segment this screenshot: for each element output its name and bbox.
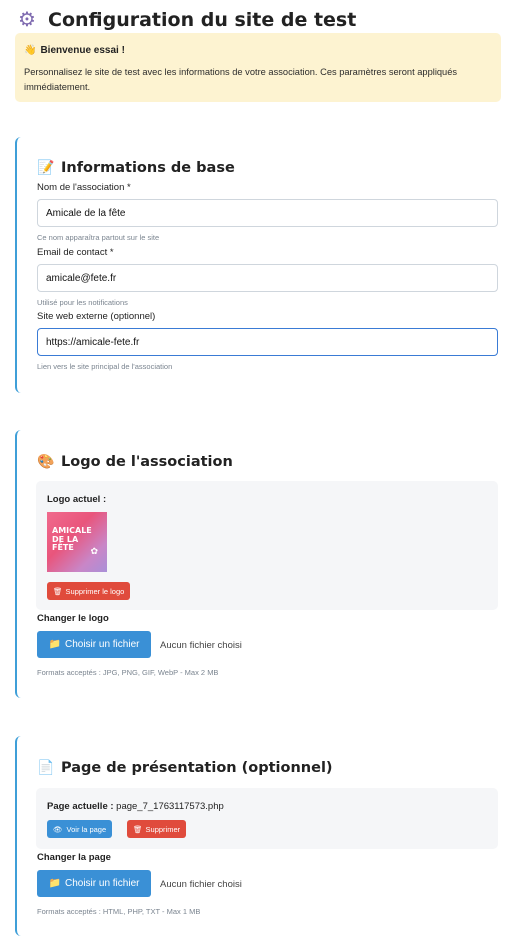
current-logo-panel: Logo actuel : AMICALE DE LA FÊTE ✿ 🗑 Sup… [36,481,498,610]
logo-title: 🎨 Logo de l'association [37,454,233,470]
view-page-button[interactable]: 👁 Voir la page [47,820,113,838]
current-logo-label: Logo actuel : [47,494,107,505]
delete-page-label: Supprimer [145,824,181,834]
external-website-input[interactable] [37,328,498,356]
choose-logo-file-button[interactable]: 📁 Choisir un fichier [37,631,151,658]
memo-icon: 📝 [37,160,55,176]
presentation-title-text: Page de présentation (optionnel) [61,760,333,776]
logo-section: 🎨 Logo de l'association Logo actuel : AM… [15,430,523,698]
choose-page-file-label: Choisir un fichier [64,878,140,889]
gear-icon: ⚙ [18,9,36,31]
trash-icon: 🗑 [133,824,143,834]
page-formats-hint: Formats acceptés : HTML, PHP, TXT - Max … [37,907,201,916]
page-icon: 📄 [37,760,55,776]
flower-icon: ✿ [90,546,98,557]
current-page-filename: page_7_1763117573.php [116,801,224,812]
choose-page-file-button[interactable]: 📁 Choisir un fichier [37,870,151,897]
association-name-input[interactable] [37,199,498,227]
logo-no-file-text: Aucun fichier choisi [160,640,242,651]
folder-icon: 📁 [48,878,61,889]
welcome-title: Bienvenue essai ! [40,45,125,56]
waving-hand-icon: 👋 [24,45,37,56]
basic-info-title-text: Informations de base [61,160,235,176]
change-page-label: Changer la page [37,852,111,863]
palette-icon: 🎨 [37,454,55,470]
logo-line-3: FÊTE [52,543,74,552]
welcome-text: Personnalisez le site de test avec les i… [24,67,458,92]
choose-logo-file-label: Choisir un fichier [64,639,140,650]
presentation-section: 📄 Page de présentation (optionnel) Page … [15,736,523,936]
external-website-hint: Lien vers le site principal de l'associa… [37,362,173,371]
welcome-notice: 👋 Bienvenue essai ! Personnalisez le sit… [15,33,501,102]
logo-title-text: Logo de l'association [61,454,233,470]
basic-info-section: 📝 Informations de base Nom de l'associat… [15,137,523,393]
current-page-text: Page actuelle : page_7_1763117573.php [47,801,224,812]
logo-formats-hint: Formats acceptés : JPG, PNG, GIF, WebP -… [37,668,219,677]
page-title: Configuration du site de test [48,9,357,31]
current-page-label: Page actuelle : [47,801,114,812]
change-logo-label: Changer le logo [37,613,109,624]
current-page-panel: Page actuelle : page_7_1763117573.php 👁 … [36,788,498,849]
basic-info-title: 📝 Informations de base [37,160,235,176]
delete-logo-button[interactable]: 🗑 Supprimer le logo [47,582,131,600]
association-logo-image: AMICALE DE LA FÊTE ✿ [47,512,107,572]
delete-page-button[interactable]: 🗑 Supprimer [127,820,187,838]
view-page-label: Voir la page [66,824,107,834]
contact-email-label: Email de contact * [37,247,114,258]
page-header: ⚙ Configuration du site de test [18,6,356,34]
association-name-label: Nom de l'association * [37,182,131,193]
external-website-label: Site web externe (optionnel) [37,311,156,322]
page-no-file-text: Aucun fichier choisi [160,879,242,890]
trash-icon: 🗑 [53,586,63,596]
welcome-title-row: 👋 Bienvenue essai ! [24,45,125,56]
eye-icon: 👁 [53,824,63,834]
association-name-hint: Ce nom apparaîtra partout sur le site [37,233,160,242]
presentation-title: 📄 Page de présentation (optionnel) [37,760,333,776]
delete-logo-label: Supprimer le logo [65,586,125,596]
contact-email-input[interactable] [37,264,498,292]
folder-icon: 📁 [48,639,61,650]
contact-email-hint: Utilisé pour les notifications [37,298,128,307]
